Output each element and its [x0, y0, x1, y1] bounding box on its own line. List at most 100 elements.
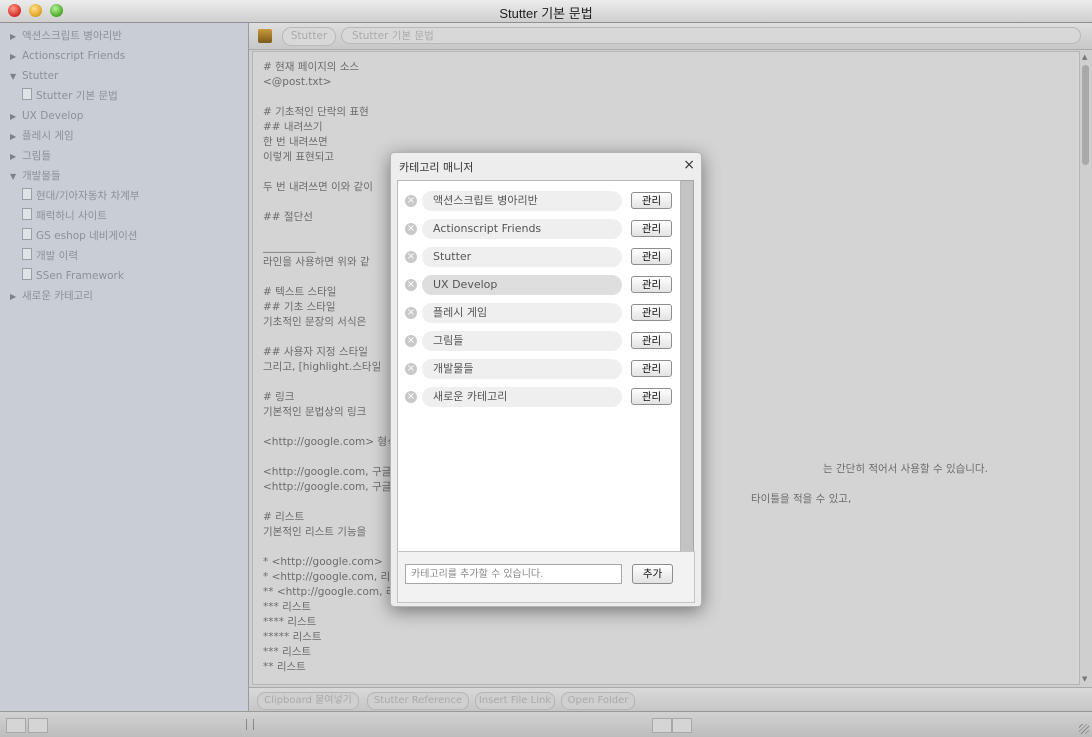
disclosure-closed-icon[interactable]: ▶: [10, 108, 22, 126]
document-icon[interactable]: [258, 29, 272, 43]
editor-line: 한 번 내려쓰면: [263, 136, 328, 148]
close-icon[interactable]: ×: [683, 157, 695, 173]
editor-overflow-text: 타이틀을 적을 수 있고,: [751, 493, 852, 505]
scroll-up-arrow-icon[interactable]: ▲: [1082, 53, 1087, 61]
status-left-button[interactable]: [652, 718, 672, 733]
sidebar-item-label: 플레시 게임: [22, 130, 74, 142]
editor-line: # 링크: [263, 391, 295, 403]
disclosure-open-icon[interactable]: ▼: [10, 68, 22, 86]
manage-category-button[interactable]: 관리: [631, 332, 672, 349]
category-name-field[interactable]: 플레시 게임: [422, 303, 622, 323]
category-sidebar: ▶ 액션스크립트 병아리반 ▶ Actionscript Friends ▼ Stutte…: [0, 23, 249, 711]
category-name-input[interactable]: [405, 564, 622, 584]
open-folder-button[interactable]: Open Folder: [561, 692, 635, 710]
add-item-button[interactable]: [6, 718, 26, 733]
manage-category-button[interactable]: 관리: [631, 304, 672, 321]
editor-line: 기본적인 리스트 기능을: [263, 526, 367, 538]
category-row: × Actionscript Friends 관리: [398, 219, 680, 241]
manage-category-button[interactable]: 관리: [631, 192, 672, 209]
category-list-scrollbar[interactable]: [681, 180, 694, 552]
dialog-footer: 추가: [397, 551, 695, 603]
add-category-button[interactable]: 추가: [632, 564, 673, 584]
sidebar-item[interactable]: ▶ 새로운 카테고리: [10, 287, 93, 305]
editor-line: 라인을 사용하면 위와 같: [263, 256, 370, 268]
editor-line: * <http://google.com, 리: [263, 571, 391, 583]
sidebar-item-label: 액션스크립트 병아리반: [22, 30, 122, 42]
disclosure-closed-icon[interactable]: ▶: [10, 48, 22, 66]
sidebar-item[interactable]: ▶ Actionscript Friends: [10, 47, 125, 65]
manage-category-button[interactable]: 관리: [631, 248, 672, 265]
remove-category-icon[interactable]: ×: [405, 195, 417, 207]
remove-category-icon[interactable]: ×: [405, 251, 417, 263]
editor-line: <http://google.com, 구글: [263, 481, 392, 493]
insert-file-link-button[interactable]: Insert File Link: [475, 692, 555, 710]
sidebar-item[interactable]: ▼ 개발물들: [10, 167, 61, 185]
splitter-grip[interactable]: [246, 719, 254, 730]
category-name-field[interactable]: 그림들: [422, 331, 622, 351]
breadcrumb-category[interactable]: Stutter: [282, 27, 336, 46]
editor-line: <http://google.com> 형식: [263, 436, 397, 448]
editor-line: # 리스트: [263, 511, 305, 523]
scroll-thumb[interactable]: [1082, 65, 1089, 165]
manage-category-button[interactable]: 관리: [631, 360, 672, 377]
editor-line: # 텍스트 스타일: [263, 286, 337, 298]
editor-line: # 현재 페이지의 소스: [263, 61, 360, 73]
sidebar-item[interactable]: SSen Framework: [22, 267, 124, 285]
sidebar-item-label: 현대/기아자동차 차계부: [36, 190, 140, 202]
sidebar-item-label: 그림들: [22, 150, 51, 162]
remove-category-icon[interactable]: ×: [405, 391, 417, 403]
category-name-field[interactable]: 액션스크립트 병아리반: [422, 191, 622, 211]
sidebar-item[interactable]: 개발 이력: [22, 247, 78, 265]
category-name-field[interactable]: UX Develop: [422, 275, 622, 295]
sidebar-item-label: UX Develop: [22, 110, 84, 122]
category-name-field[interactable]: 개발물들: [422, 359, 622, 379]
category-manager-dialog: 카테고리 매니저 × × 액션스크립트 병아리반 관리 × Actionscript F…: [390, 152, 702, 607]
window-title: Stutter 기본 문법: [499, 6, 593, 21]
clipboard-paste-button[interactable]: Clipboard 붙여넣기: [257, 692, 359, 710]
editor-line: ## 절단선: [263, 211, 313, 223]
editor-line: <@post.txt>: [263, 76, 332, 88]
editor-line: ***** 리스트: [263, 631, 322, 643]
editor-toolbar: Stutter Stutter 기본 문법: [249, 23, 1092, 50]
page-icon: [22, 188, 32, 200]
category-name-field[interactable]: Actionscript Friends: [422, 219, 622, 239]
scroll-down-arrow-icon[interactable]: ▼: [1082, 675, 1087, 683]
disclosure-closed-icon[interactable]: ▶: [10, 288, 22, 306]
sidebar-item[interactable]: 현대/기아자동차 차계부: [22, 187, 139, 205]
sidebar-item[interactable]: ▶ 액션스크립트 병아리반: [10, 27, 122, 45]
status-bar: [0, 711, 1092, 737]
disclosure-open-icon[interactable]: ▼: [10, 168, 22, 186]
sidebar-item[interactable]: 패럭하니 사이트: [22, 207, 107, 225]
manage-category-button[interactable]: 관리: [631, 276, 672, 293]
category-name-field[interactable]: 새로운 카테고리: [422, 387, 622, 407]
disclosure-closed-icon[interactable]: ▶: [10, 28, 22, 46]
manage-category-button[interactable]: 관리: [631, 388, 672, 405]
remove-category-icon[interactable]: ×: [405, 335, 417, 347]
sidebar-item[interactable]: ▼ Stutter: [10, 67, 58, 85]
remove-category-icon[interactable]: ×: [405, 223, 417, 235]
sidebar-item[interactable]: GS eshop 네비게이션: [22, 227, 137, 245]
page-icon: [22, 88, 32, 100]
remove-category-icon[interactable]: ×: [405, 279, 417, 291]
sidebar-item[interactable]: Stutter 기본 문법: [22, 87, 118, 105]
remove-category-icon[interactable]: ×: [405, 307, 417, 319]
manage-category-button[interactable]: 관리: [631, 220, 672, 237]
resize-grip-icon[interactable]: [1079, 724, 1089, 734]
sidebar-item[interactable]: ▶ UX Develop: [10, 107, 83, 125]
sidebar-item[interactable]: ▶ 그림들: [10, 147, 51, 165]
remove-category-icon[interactable]: ×: [405, 363, 417, 375]
editor-line: ** 리스트: [263, 661, 306, 673]
editor-scrollbar[interactable]: ▲ ▼: [1079, 51, 1092, 685]
sidebar-item[interactable]: ▶ 플레시 게임: [10, 127, 74, 145]
category-name-field[interactable]: Stutter: [422, 247, 622, 267]
category-row: × 액션스크립트 병아리반 관리: [398, 191, 680, 213]
sidebar-item-label: Actionscript Friends: [22, 50, 126, 62]
status-right-button[interactable]: [672, 718, 692, 733]
disclosure-closed-icon[interactable]: ▶: [10, 148, 22, 166]
stutter-reference-button[interactable]: Stutter Reference: [367, 692, 469, 710]
remove-item-button[interactable]: [28, 718, 48, 733]
disclosure-closed-icon[interactable]: ▶: [10, 128, 22, 146]
breadcrumb-page[interactable]: Stutter 기본 문법: [341, 27, 1081, 44]
sidebar-item-label: 새로운 카테고리: [22, 290, 93, 302]
category-list: × 액션스크립트 병아리반 관리 × Actionscript Friends 관리 × St…: [397, 180, 681, 552]
